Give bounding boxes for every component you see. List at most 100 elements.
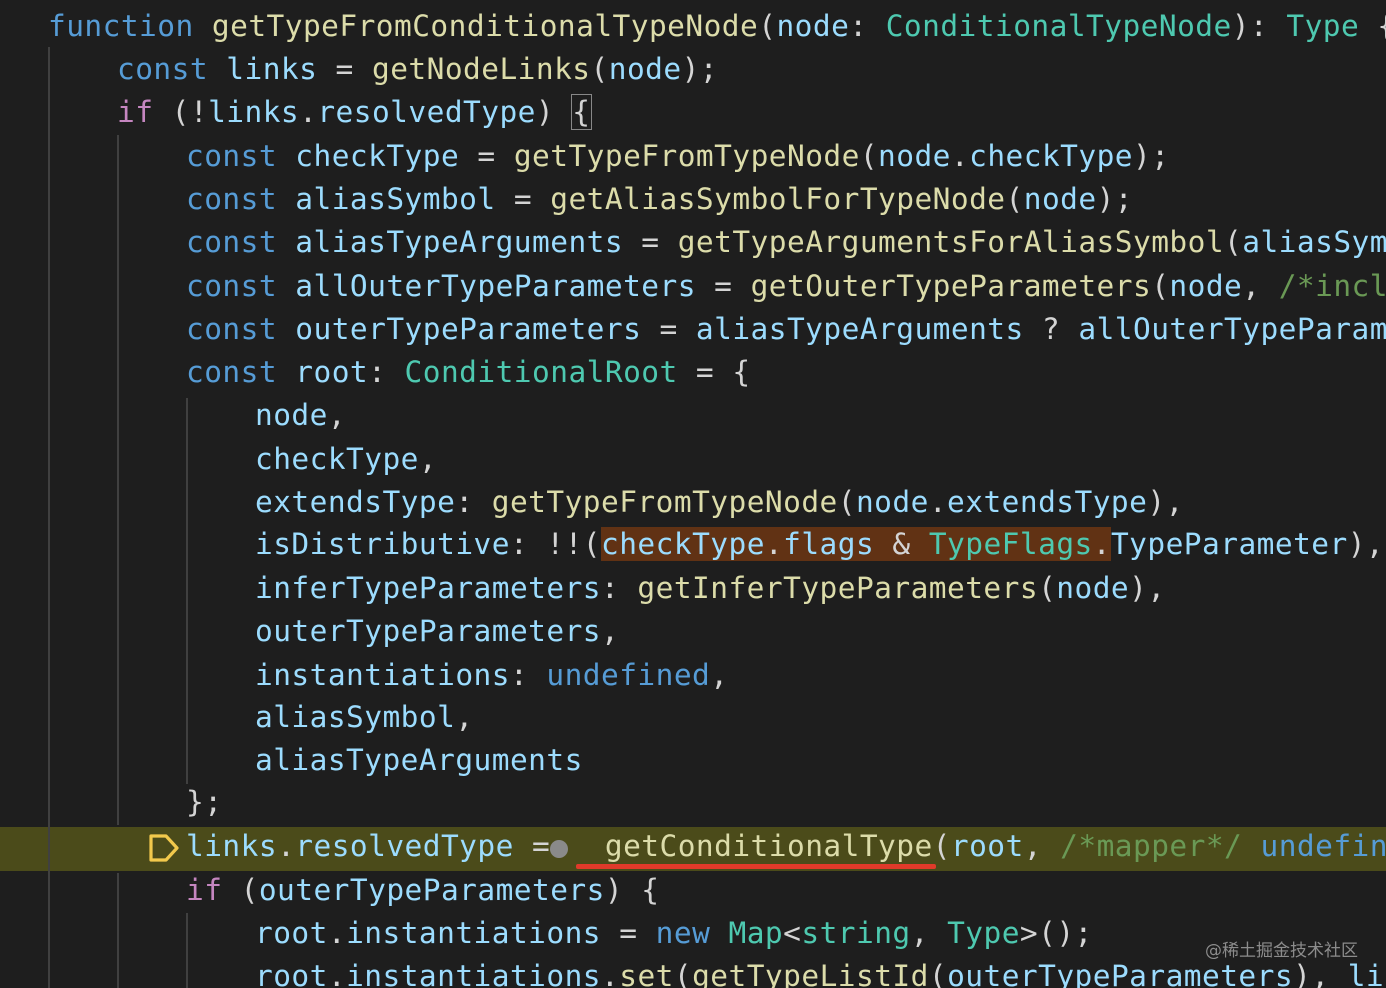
code-token: , (455, 700, 474, 734)
code-token: : (601, 571, 638, 605)
code-token: aliasTypeArguments (255, 743, 583, 777)
code-token: node (878, 139, 951, 173)
code-token: node (1169, 269, 1243, 303)
code-line[interactable]: const links = getNodeLinks(node); (0, 47, 1386, 91)
code-token: root (295, 355, 369, 389)
code-token: . (299, 95, 318, 129)
code-line[interactable]: function getTypeFromConditionalTypeNode(… (0, 4, 1386, 48)
code-line[interactable]: isDistributive: !!(checkType.flags & Typ… (0, 522, 1386, 566)
code-line-text: if (!links.resolvedType) { (117, 90, 592, 134)
code-line[interactable]: outerTypeParameters, (0, 609, 1386, 653)
code-token: ), (1347, 527, 1385, 561)
code-line[interactable]: node, (0, 393, 1386, 437)
code-token: extendsType (947, 485, 1148, 519)
code-line[interactable]: }; (0, 780, 1386, 824)
code-token: node (1056, 571, 1130, 605)
code-line-text: const root: ConditionalRoot = { (186, 350, 751, 394)
code-token: : (509, 658, 547, 692)
code-line-text: root.instantiations = new Map<string, Ty… (255, 911, 1093, 955)
code-line[interactable]: if (outerTypeParameters) { (0, 868, 1386, 912)
code-token: root (950, 829, 1024, 863)
code-token: Map (728, 916, 784, 950)
code-line[interactable]: inferTypeParameters: getInferTypeParamet… (0, 566, 1386, 610)
code-token: links (226, 52, 318, 86)
code-line[interactable]: const root: ConditionalRoot = { (0, 350, 1386, 394)
code-token: instantiations (346, 959, 602, 988)
code-token: . (277, 829, 296, 863)
code-token: node (608, 52, 682, 86)
code-line[interactable]: const checkType = getTypeFromTypeNode(no… (0, 134, 1386, 178)
code-line-text: extendsType: getTypeFromTypeNode(node.ex… (255, 480, 1184, 524)
code-token: flags (783, 527, 875, 561)
code-token: getTypeListId (692, 959, 929, 988)
code-token: , (710, 658, 729, 692)
code-line[interactable]: checkType, (0, 437, 1386, 481)
code-token: { (1359, 9, 1386, 43)
code-token: { (571, 94, 592, 130)
code-line[interactable]: root.instantiations.set(getTypeListId(ou… (0, 954, 1386, 988)
code-token: (! (153, 95, 209, 129)
code-token: = { (677, 355, 751, 389)
code-token: ( (673, 959, 693, 988)
code-token: ): (1231, 9, 1287, 43)
code-line[interactable]: aliasTypeArguments (0, 738, 1386, 782)
code-token: root (255, 916, 328, 950)
code-token: outerTypeParameters (255, 614, 601, 648)
code-token: ) (535, 95, 573, 129)
code-token: ( (928, 959, 948, 988)
code-token: = (601, 916, 656, 950)
code-line-text: const outerTypeParameters = aliasTypeArg… (186, 307, 1386, 351)
code-line-text: const allOuterTypeParameters = getOuterT… (186, 264, 1386, 308)
code-token: aliasTypeArguments (695, 312, 1024, 346)
code-token: allOuterTypeParamete (1078, 312, 1386, 346)
code-line[interactable]: links.resolvedType = getConditionalType(… (0, 824, 1386, 868)
code-token: , (418, 442, 438, 476)
code-token: node (855, 485, 929, 519)
code-token: ( (758, 9, 777, 43)
code-token: checkType (295, 139, 460, 173)
code-line[interactable]: instantiations: undefined, (0, 653, 1386, 697)
code-token: ( (1151, 269, 1170, 303)
code-token: & (874, 527, 929, 561)
code-token: node (776, 9, 850, 43)
code-token: extendsType (255, 485, 456, 519)
code-line[interactable]: const aliasSymbol = getAliasSymbolForTyp… (0, 177, 1386, 221)
inline-breakpoint-dot-icon[interactable] (550, 840, 568, 858)
code-token: instantiations (346, 916, 602, 950)
code-line-text: links.resolvedType = getConditionalType(… (186, 824, 1386, 868)
code-line[interactable]: const aliasTypeArguments = getTypeArgume… (0, 220, 1386, 264)
code-token: const (117, 52, 209, 86)
code-token: , (601, 614, 620, 648)
code-token: TypeFlags (928, 527, 1093, 561)
code-token: const (186, 225, 278, 259)
code-token: string (801, 916, 911, 950)
debug-stackframe-icon[interactable] (148, 833, 180, 863)
code-token: aliasSymbol (1242, 225, 1386, 259)
code-token: . (601, 959, 620, 988)
code-line-text: node, (255, 393, 346, 437)
code-line-text: checkType, (255, 437, 437, 481)
code-token: }; (186, 785, 223, 819)
code-token: const (186, 312, 278, 346)
code-line[interactable]: root.instantiations = new Map<string, Ty… (0, 911, 1386, 955)
code-line[interactable]: aliasSymbol, (0, 695, 1386, 739)
code-editor[interactable]: function getTypeFromConditionalTypeNode(… (0, 0, 1386, 988)
code-line[interactable]: if (!links.resolvedType) { (0, 90, 1386, 134)
code-line[interactable]: const allOuterTypeParameters = getOuterT… (0, 264, 1386, 308)
code-line[interactable]: extendsType: getTypeFromTypeNode(node.ex… (0, 480, 1386, 524)
code-token: >(); (1019, 916, 1093, 950)
code-token: : !!( (509, 527, 602, 561)
code-token: checkType (969, 139, 1134, 173)
code-token: const (186, 355, 278, 389)
code-token: = (495, 182, 551, 216)
code-line[interactable]: const outerTypeParameters = aliasTypeArg… (0, 307, 1386, 351)
